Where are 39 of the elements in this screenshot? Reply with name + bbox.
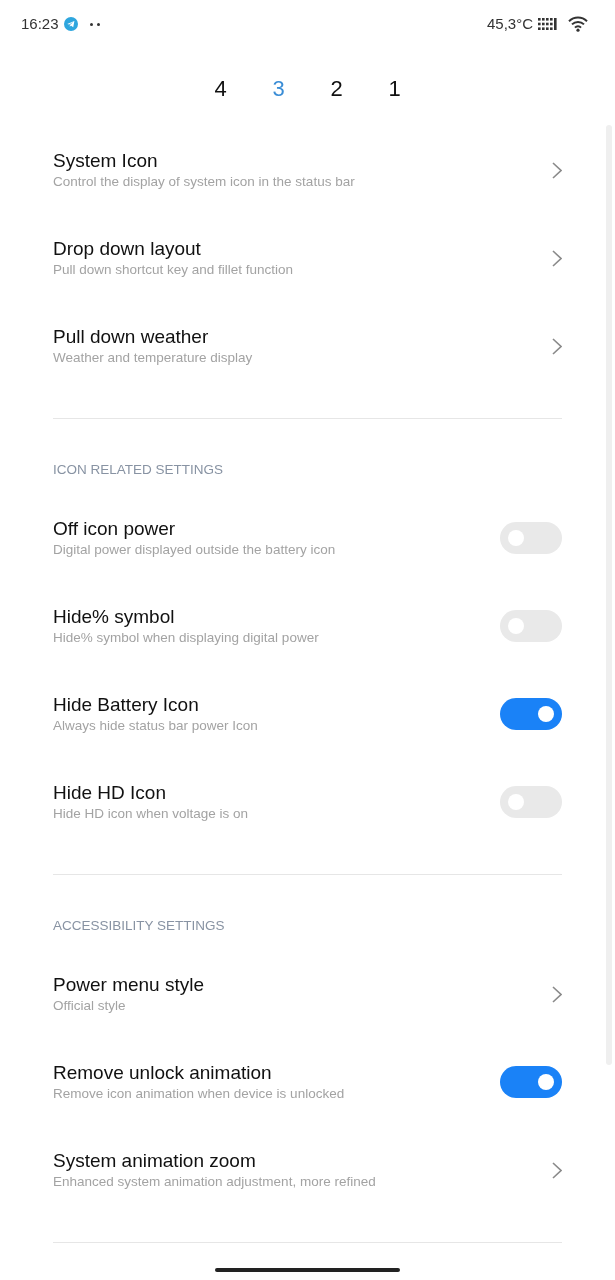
chevron-right-icon [552,1161,562,1179]
setting-title: Hide Battery Icon [53,693,200,717]
chevron-right-icon [552,161,562,179]
setting-description: Control the display of system icon in the status bar [53,173,355,191]
setting-title: System Icon [53,149,159,173]
setting-description: Digital power displayed outside the battery icon [53,541,336,559]
toggle-switch[interactable] [500,1066,562,1098]
setting-title: Off icon power [53,517,177,541]
chevron-right-icon [552,985,562,1003]
tab[interactable]: 3 [249,75,308,103]
toggle-switch[interactable] [500,698,562,730]
signal-icon [538,18,557,30]
setting-title: System animation zoom [53,1149,257,1173]
setting-description: Weather and temperature display [53,349,253,367]
setting-description: Official style [53,997,127,1015]
setting-description: Always hide status bar power Icon [53,717,258,735]
setting-description: Pull down shortcut key and fillet function [53,261,294,279]
setting-description: Enhanced system animation adjustment, more refined [53,1173,376,1191]
setting-title: Drop down layout [53,237,202,261]
setting-description: Remove icon animation when device is unlocked [53,1085,345,1103]
chevron-right-icon [552,249,562,267]
section-header: ACCESSIBILITY SETTINGS [53,918,226,934]
tab[interactable]: 1 [365,75,424,103]
status-temperature: 45,3°C [486,13,533,34]
status-time: 16:23 [21,13,59,34]
wifi-icon [568,16,588,32]
setting-title: Pull down weather [53,325,210,349]
dots-icon [89,22,100,26]
section-header: ICON RELATED SETTINGS [53,462,225,478]
setting-description: Hide HD icon when voltage is on [53,805,249,823]
tab[interactable]: 4 [191,75,250,103]
chevron-right-icon [552,337,562,355]
setting-description: Hide% symbol when displaying digital power [53,629,319,647]
paper-plane-icon [63,17,78,31]
setting-title: Remove unlock animation [53,1061,273,1085]
tab[interactable]: 2 [307,75,366,103]
setting-title: Hide% symbol [53,605,176,629]
setting-title: Power menu style [53,973,204,997]
setting-title: Hide HD Icon [53,781,167,805]
